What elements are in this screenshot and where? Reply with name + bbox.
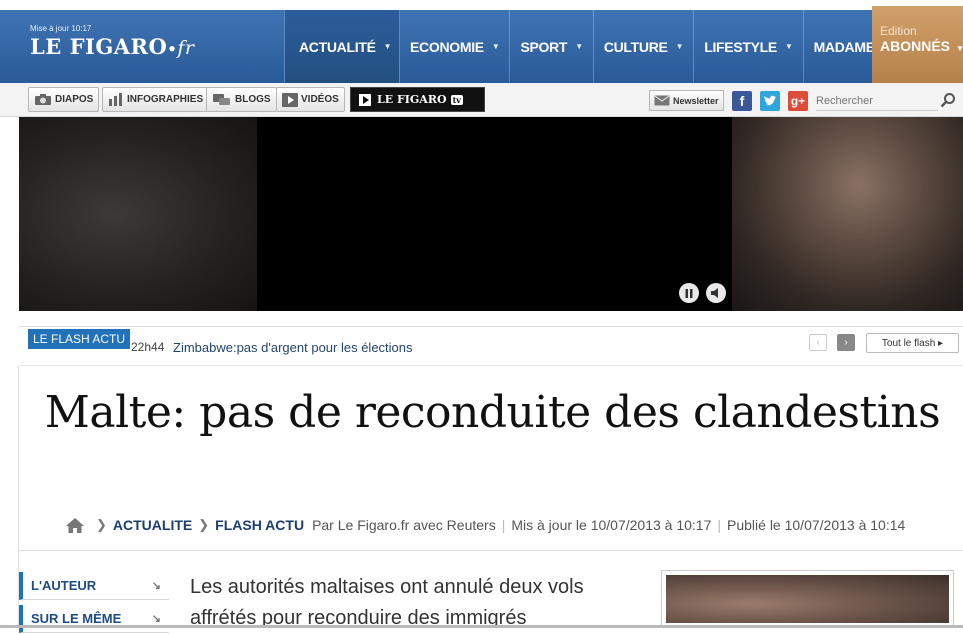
all-flash-button[interactable]: Tout le flash ▸ xyxy=(866,333,959,353)
video-frame-left xyxy=(19,117,257,311)
article-image[interactable] xyxy=(661,570,954,628)
newsletter-button[interactable]: Newsletter xyxy=(649,90,724,111)
videos-button[interactable]: VIDÉOS xyxy=(276,87,345,112)
caret-down-icon: ▼ xyxy=(956,44,963,53)
pause-button[interactable] xyxy=(679,283,699,303)
caret-down-icon: ▼ xyxy=(383,42,392,51)
video-player[interactable] xyxy=(19,117,963,311)
nav-label: ACTUALITÉ xyxy=(299,38,376,55)
flash-label[interactable]: LE FLASH ACTU xyxy=(28,329,131,349)
play-icon xyxy=(359,93,371,106)
nav-item-culture[interactable]: CULTURE ▼ xyxy=(594,10,695,83)
nav-item-actualite[interactable]: ACTUALITÉ ▼ xyxy=(284,10,400,83)
facebook-icon[interactable]: f xyxy=(732,91,752,111)
figaro-tv-label: LE FIGARO xyxy=(377,93,447,106)
article-author: Par Le Figaro.fr avec Reuters xyxy=(312,517,496,533)
site-logo[interactable]: LE FIGARO•fr xyxy=(30,34,195,59)
caret-down-icon: ▼ xyxy=(784,42,793,51)
bar-chart-icon xyxy=(109,93,122,106)
nav-item-lifestyle[interactable]: LIFESTYLE ▼ xyxy=(694,10,804,83)
envelope-icon xyxy=(654,95,670,106)
sidebar-item-sur-le-meme[interactable]: SUR LE MÊME ↘ xyxy=(19,605,169,633)
edition-label: Edition xyxy=(880,24,917,38)
nav-label: LIFESTYLE xyxy=(704,38,777,55)
article-published: Publié le 10/07/2013 à 10:14 xyxy=(727,517,906,533)
breadcrumb-flash-actu[interactable]: FLASH ACTU xyxy=(215,517,304,533)
nav-item-sport[interactable]: SPORT ▼ xyxy=(510,10,594,83)
diapos-label: DIAPOS xyxy=(55,94,94,105)
article-photo xyxy=(666,575,949,623)
chevron-right-icon[interactable]: › xyxy=(837,334,855,351)
abonnes-label: ABONNÉS xyxy=(880,38,951,54)
videos-label: VIDÉOS xyxy=(301,94,339,105)
flash-headline-link[interactable]: Zimbabwe:pas d'argent pour les élections xyxy=(173,340,413,355)
infographies-label: INFOGRAPHIES xyxy=(127,94,204,105)
blogs-label: BLOGS xyxy=(235,94,271,105)
separator: | xyxy=(717,517,722,533)
sidebar-item-label: SUR LE MÊME xyxy=(31,611,122,626)
infographies-button[interactable]: INFOGRAPHIES xyxy=(102,87,210,112)
volume-button[interactable] xyxy=(706,283,726,303)
nav-label: ECONOMIE xyxy=(410,38,484,55)
logo-suffix: fr xyxy=(177,37,195,59)
breadcrumb-actualite[interactable]: ACTUALITE xyxy=(113,517,192,533)
nav-label: CULTURE xyxy=(603,38,668,55)
logo-dot: • xyxy=(167,40,178,58)
top-header: Mise à jour 10:17 LE FIGARO•fr ACTUALITÉ… xyxy=(0,6,963,83)
chevron-right-icon: ❯ xyxy=(96,517,107,532)
chevron-right-icon: ❯ xyxy=(198,517,210,532)
article-title: Malte: pas de reconduite des clandestins xyxy=(44,387,941,438)
chevron-left-icon[interactable]: ‹ xyxy=(809,334,827,351)
play-icon xyxy=(282,92,298,107)
media-toolbar: DIAPOS INFOGRAPHIES BLOGS VIDÉOS LE FIGA… xyxy=(0,83,963,117)
main-nav: ACTUALITÉ ▼ ECONOMIE ▼ SPORT ▼ CULTURE ▼ LIF… xyxy=(284,10,900,83)
camera-icon xyxy=(35,94,51,105)
arrow-down-right-icon: ↘ xyxy=(151,580,161,592)
figaro-tv-button[interactable]: LE FIGARO tv xyxy=(350,87,485,112)
speaker-icon xyxy=(711,288,718,298)
blogs-button[interactable]: BLOGS xyxy=(206,87,277,112)
nav-item-economie[interactable]: ECONOMIE ▼ xyxy=(400,10,511,83)
caret-down-icon: ▼ xyxy=(575,42,583,51)
update-time: Mise à jour 10:17 xyxy=(30,24,92,33)
caret-down-icon: ▼ xyxy=(491,42,500,51)
search-input[interactable] xyxy=(816,91,938,111)
caret-down-icon: ▼ xyxy=(675,42,684,51)
pause-icon xyxy=(685,288,693,298)
video-frame-right xyxy=(732,117,963,311)
home-icon[interactable] xyxy=(66,517,84,533)
edition-abonnes-button[interactable]: Edition ABONNÉS ▼ xyxy=(872,6,963,83)
sidebar-item-label: L'AUTEUR xyxy=(31,578,97,593)
google-plus-icon[interactable]: g+ xyxy=(788,91,808,111)
divider xyxy=(19,550,963,551)
flash-time: 22h44 xyxy=(131,340,165,354)
tv-badge: tv xyxy=(450,94,463,105)
flash-news-bar: LE FLASH ACTU 22h44 Zimbabwe:pas d'argen… xyxy=(19,326,963,366)
breadcrumb: ❯ ACTUALITE ❯ FLASH ACTU Par Le Figaro.f… xyxy=(66,517,905,533)
nav-label: MADAME xyxy=(813,38,876,55)
article-updated: Mis à jour le 10/07/2013 à 10:17 xyxy=(511,517,712,533)
diapos-button[interactable]: DIAPOS xyxy=(28,87,100,112)
arrow-down-right-icon: ↘ xyxy=(151,613,161,625)
logo-main: LE FIGARO xyxy=(30,34,168,59)
twitter-icon[interactable] xyxy=(760,91,780,111)
speech-bubbles-icon xyxy=(213,93,230,105)
separator: | xyxy=(501,517,506,533)
sidebar-item-auteur[interactable]: L'AUTEUR ↘ xyxy=(19,572,169,600)
nav-label: SPORT xyxy=(520,38,568,55)
search-icon[interactable] xyxy=(940,92,956,108)
newsletter-label: Newsletter xyxy=(673,95,719,106)
